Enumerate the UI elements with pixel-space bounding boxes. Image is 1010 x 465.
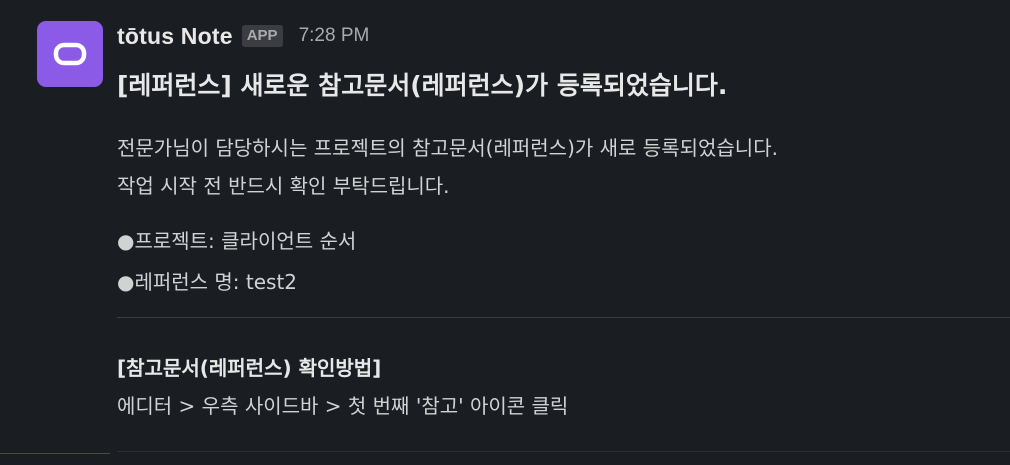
reference-name-line: ●레퍼런스 명: test2 xyxy=(117,270,298,294)
section-divider xyxy=(117,317,1010,318)
sender-name[interactable]: tōtus Note xyxy=(117,23,233,50)
message-header: tōtus Note APP 7:28 PM xyxy=(117,19,369,53)
howto-body: 에디터 > 우측 사이드바 > 첫 번째 '참고' 아이콘 클릭 xyxy=(117,394,569,418)
new-message-rule xyxy=(0,453,110,454)
body-line-2: 작업 시작 전 반드시 확인 부탁드립니다. xyxy=(117,174,450,198)
timestamp[interactable]: 7:28 PM xyxy=(299,25,370,47)
message: tōtus Note APP 7:28 PM [레퍼런스] 새로운 참고문서(레… xyxy=(0,0,1010,465)
bottom-divider xyxy=(117,451,1010,452)
app-avatar[interactable] xyxy=(37,21,103,87)
project-line: ●프로젝트: 클라이언트 순서 xyxy=(117,229,357,253)
rounded-rectangle-logo-icon xyxy=(53,42,87,66)
body-line-1: 전문가님이 담당하시는 프로젝트의 참고문서(레퍼런스)가 새로 등록되었습니다… xyxy=(117,136,778,160)
app-badge: APP xyxy=(241,25,283,47)
howto-title: [참고문서(레퍼런스) 확인방법] xyxy=(117,356,382,380)
message-title: [레퍼런스] 새로운 참고문서(레퍼런스)가 등록되었습니다. xyxy=(117,71,728,100)
